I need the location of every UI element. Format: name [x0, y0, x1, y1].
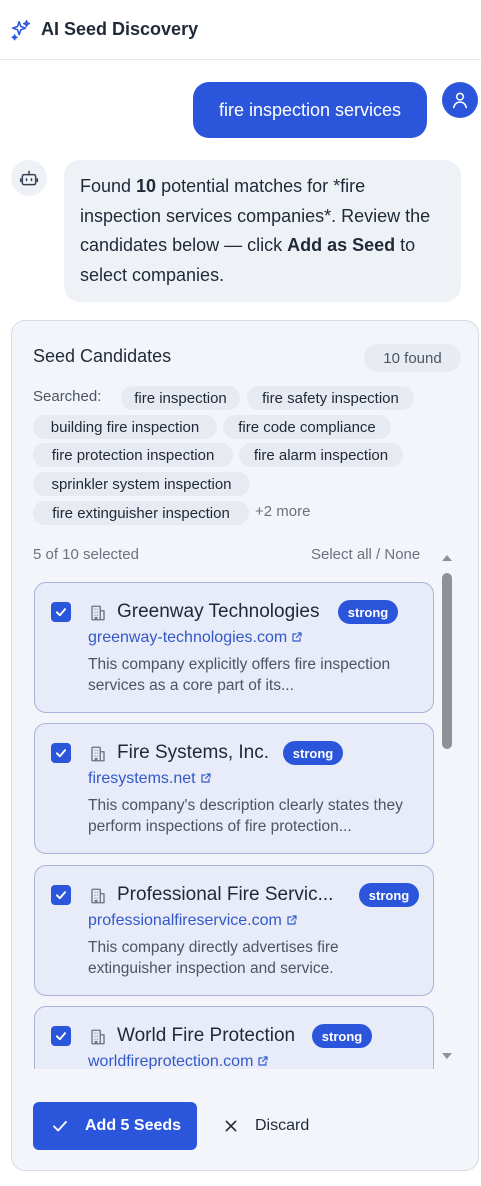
building-icon	[88, 744, 108, 764]
candidate-description: This company directly advertises fire ex…	[88, 939, 339, 977]
candidate-domain: worldfireprotection.com	[88, 1053, 254, 1069]
candidate-domain-link[interactable]: professionalfireservice.com	[88, 912, 298, 930]
selection-count: 5 of 10 selected	[33, 546, 139, 563]
discard-label: Discard	[255, 1117, 310, 1134]
candidate-card[interactable]: World Fire Protection strong worldfirepr…	[34, 1006, 434, 1069]
search-term-chip: building fire inspection	[33, 415, 217, 439]
candidate-domain: professionalfireservice.com	[88, 912, 282, 929]
scrollbar-thumb[interactable]	[442, 573, 452, 749]
user-message-bubble: fire inspection services	[193, 82, 427, 138]
building-icon	[88, 886, 108, 906]
candidate-name: Fire Systems, Inc.	[117, 742, 270, 763]
check-icon	[53, 1120, 67, 1132]
add-seeds-label: Add 5 Seeds	[85, 1117, 182, 1134]
discard-button[interactable]: Discard	[223, 1102, 309, 1150]
check-icon	[55, 608, 67, 617]
robot-icon	[19, 170, 39, 186]
search-term-chip: fire safety inspection	[247, 386, 414, 410]
search-term-chip: fire extinguisher inspection	[33, 501, 249, 525]
search-term-chip: fire code compliance	[223, 415, 391, 439]
external-link-icon	[200, 773, 211, 783]
candidate-domain-link[interactable]: worldfireprotection.com	[88, 1053, 269, 1069]
check-icon	[55, 749, 67, 758]
more-terms-link[interactable]: +2 more	[255, 503, 310, 520]
search-term-chip: fire inspection	[121, 386, 240, 410]
candidate-checkbox[interactable]	[51, 885, 71, 905]
match-strength-badge: strong	[359, 883, 419, 907]
close-icon	[225, 1120, 237, 1132]
panel-title: Seed Candidates	[33, 346, 172, 366]
select-all-none-toggle[interactable]: Select all / None	[311, 546, 420, 563]
candidate-checkbox[interactable]	[51, 602, 71, 622]
check-icon	[55, 1032, 67, 1041]
building-icon	[88, 1027, 108, 1047]
candidate-name: Professional Fire Servic...	[117, 884, 334, 905]
bot-message-bubble: Found 10 potential matches for *fire ins…	[64, 160, 461, 302]
candidate-list[interactable]: Greenway Technologies strong greenway-te…	[32, 571, 434, 1069]
building-icon	[88, 603, 108, 623]
add-seeds-button[interactable]: Add 5 Seeds	[33, 1102, 197, 1150]
user-icon	[453, 92, 467, 109]
bot-message-text: Found	[80, 176, 137, 196]
bot-avatar	[11, 160, 47, 196]
scroll-down-arrow-icon[interactable]	[442, 1051, 452, 1061]
check-icon	[55, 891, 67, 900]
user-avatar	[442, 82, 478, 118]
candidate-domain-link[interactable]: greenway-technologies.com	[88, 629, 303, 647]
match-strength-badge: strong	[312, 1024, 372, 1048]
app-header: AI Seed Discovery	[0, 0, 481, 60]
sparkles-icon	[10, 19, 32, 41]
candidate-domain: firesystems.net	[88, 770, 196, 787]
external-link-icon	[258, 1056, 269, 1066]
match-strength-badge: strong	[283, 741, 343, 765]
candidate-name: World Fire Protection	[117, 1025, 296, 1046]
bot-message-count: 10	[136, 176, 157, 196]
app-title: AI Seed Discovery	[41, 19, 199, 39]
scroll-up-arrow-icon[interactable]	[442, 553, 452, 563]
candidate-card[interactable]: Greenway Technologies strong greenway-te…	[34, 582, 434, 713]
user-message-text: fire inspection services	[218, 99, 402, 120]
list-scrollbar[interactable]	[440, 549, 454, 1069]
search-term-chip: sprinkler system inspection	[33, 472, 250, 496]
candidate-checkbox[interactable]	[51, 743, 71, 763]
search-term-chip: fire alarm inspection	[239, 443, 403, 467]
candidate-checkbox[interactable]	[51, 1026, 71, 1046]
candidate-description: This company explicitly offers fire insp…	[88, 656, 391, 694]
external-link-icon	[287, 915, 297, 925]
candidate-domain-link[interactable]: firesystems.net	[88, 770, 212, 788]
external-link-icon	[292, 632, 302, 642]
bot-message-action: Add as Seed	[287, 235, 396, 255]
match-strength-badge: strong	[338, 600, 398, 624]
candidate-card[interactable]: Fire Systems, Inc. strong firesystems.ne…	[34, 723, 434, 854]
found-count-badge: 10 found	[364, 344, 461, 372]
search-term-chip: fire protection inspection	[33, 443, 233, 467]
seed-candidates-panel: Seed Candidates 10 found Searched: fire …	[11, 320, 479, 1171]
candidate-domain: greenway-technologies.com	[88, 629, 288, 646]
candidate-name: Greenway Technologies	[117, 601, 320, 622]
candidate-description: This company's description clearly state…	[88, 797, 403, 835]
candidate-card[interactable]: Professional Fire Servic... strong profe…	[34, 865, 434, 996]
searched-label: Searched:	[33, 388, 102, 405]
